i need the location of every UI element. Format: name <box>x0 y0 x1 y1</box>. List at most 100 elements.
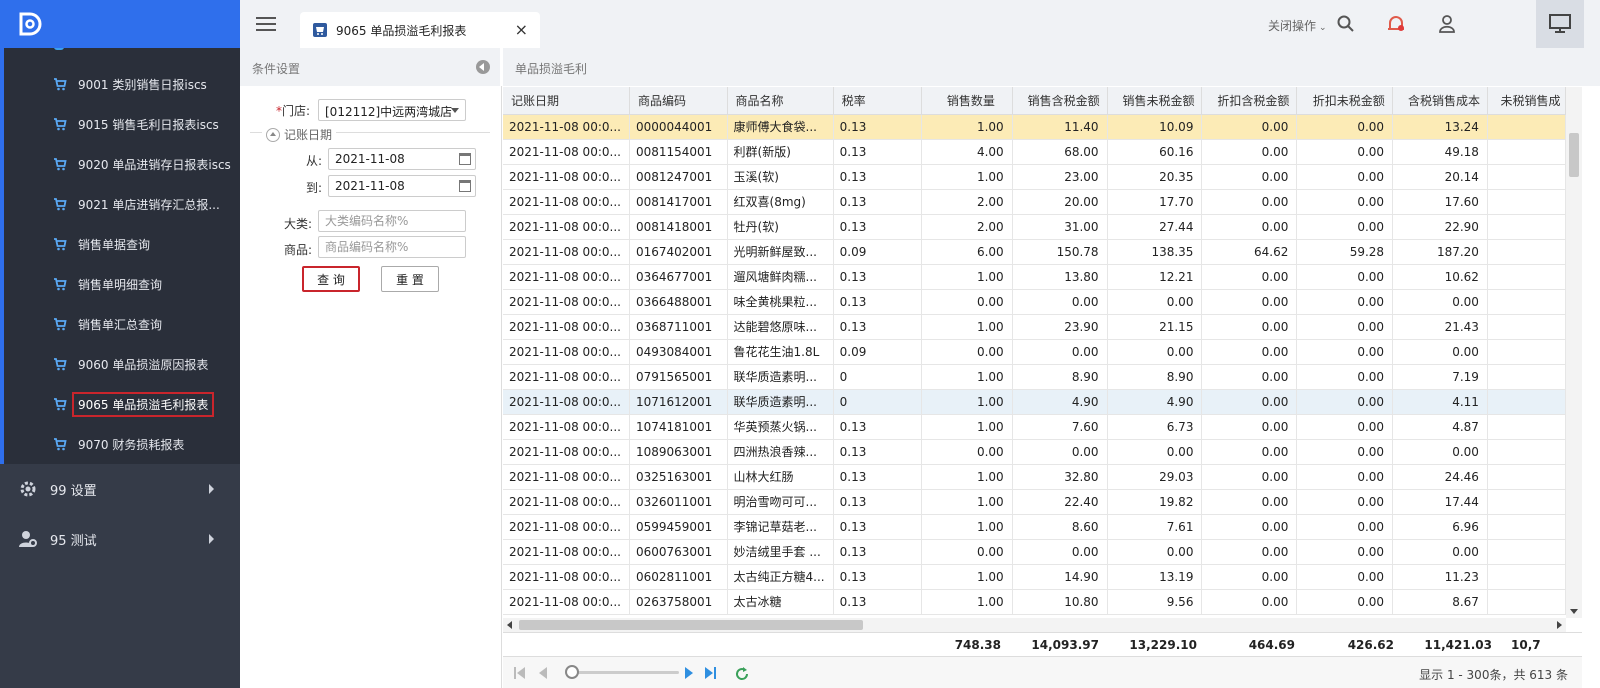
sidebar-item-4[interactable]: 销售单据查询 <box>4 224 240 264</box>
from-date-field[interactable]: 2021-11-08 <box>328 148 476 170</box>
table-cell <box>1487 364 1566 390</box>
page-slider-knob[interactable] <box>565 665 579 679</box>
menu-test[interactable]: 95 测试 <box>0 514 240 564</box>
query-button[interactable]: 查 询 <box>302 266 360 292</box>
table-cell: 0366488001 <box>629 289 728 315</box>
store-select[interactable]: [012112]中远两湾城店 <box>318 99 466 121</box>
sidebar-item-0[interactable]: 9001 类别销售日报iscs <box>4 64 240 104</box>
column-header[interactable]: 销售未税金额 <box>1107 87 1203 115</box>
table-cell: 31.00 <box>1012 214 1108 240</box>
column-header[interactable]: 税率 <box>833 87 923 115</box>
collapse-panel-icon[interactable] <box>476 60 490 74</box>
table-row[interactable]: 2021-11-08 00:0... 0364677001 遛风塘鲜肉糯... 0.1… <box>503 264 1566 290</box>
date-group-toggle[interactable]: 记账日期 <box>262 126 337 143</box>
column-header[interactable]: 折扣含税金额 <box>1201 87 1298 115</box>
calendar-icon[interactable] <box>459 153 471 165</box>
table-cell: 0.13 <box>833 489 923 515</box>
sidebar-item-8[interactable]: 9065 单品损溢毛利报表 <box>4 384 240 424</box>
column-header[interactable]: 记账日期 <box>503 87 630 115</box>
bell-icon[interactable] <box>1386 14 1406 34</box>
table-row[interactable]: 2021-11-08 00:0... 0493084001 鲁花花生油1.8L 0.0… <box>503 339 1566 365</box>
table-cell: 0.00 <box>1296 339 1394 365</box>
from-date-value: 2021-11-08 <box>335 152 405 166</box>
table-cell: 13.24 <box>1392 114 1488 140</box>
column-header[interactable]: 销售含税金额 <box>1012 87 1108 115</box>
scroll-right-arrow-icon[interactable] <box>1557 621 1562 629</box>
table-row[interactable]: 2021-11-08 00:0... 0000044001 康师傅大食袋... 0.1… <box>503 114 1566 140</box>
sidebar-item-7[interactable]: 9060 单品损溢原因报表 <box>4 344 240 384</box>
page-slider-track[interactable] <box>569 671 679 674</box>
table-row[interactable]: 2021-11-08 00:0... 1071612001 联华质造素明... 0 1.… <box>503 389 1566 415</box>
table-row[interactable]: 2021-11-08 00:0... 1074181001 华英预蒸火锅... 0.1… <box>503 414 1566 440</box>
to-date-field[interactable]: 2021-11-08 <box>328 175 476 197</box>
category-input[interactable] <box>318 210 466 232</box>
table-cell: 0.00 <box>921 289 1013 315</box>
column-header[interactable]: 商品编码 <box>629 87 728 115</box>
scroll-down-arrow-icon[interactable] <box>1570 609 1578 614</box>
column-header[interactable]: 未税销售成 <box>1487 87 1566 115</box>
scroll-thumb[interactable] <box>1569 133 1579 177</box>
table-row[interactable]: 2021-11-08 00:0... 0366488001 味全黄桃果粒... 0.1… <box>503 289 1566 315</box>
first-page-icon[interactable] <box>513 667 527 679</box>
user-icon[interactable] <box>1437 14 1457 34</box>
table-row[interactable]: 2021-11-08 00:0... 0791565001 联华质造素明... 0 1.… <box>503 364 1566 390</box>
date-group-label: 记账日期 <box>284 128 333 142</box>
table-row[interactable]: 2021-11-08 00:0... 0326011001 明治雪吻可可... 0.1… <box>503 489 1566 515</box>
sidebar-item-9[interactable]: 9070 财务损耗报表 <box>4 424 240 464</box>
reset-button[interactable]: 重 置 <box>381 266 439 292</box>
submenu-scroll-stub <box>54 48 64 50</box>
column-header[interactable]: 折扣未税金额 <box>1296 87 1394 115</box>
monitor-button[interactable] <box>1536 0 1584 48</box>
tab-9065[interactable]: 9065 单品损溢毛利报表 × <box>300 12 540 48</box>
table-cell: 红双喜(8mg) <box>727 189 834 215</box>
sidebar-item-5[interactable]: 销售单明细查询 <box>4 264 240 304</box>
table-cell: 4.00 <box>921 139 1013 165</box>
report-submenu: 9001 类别销售日报iscs 9015 销售毛利日报表iscs 9020 单品进销… <box>0 48 240 464</box>
column-header[interactable]: 商品名称 <box>727 87 834 115</box>
table-cell: 0.13 <box>833 589 923 615</box>
scroll-left-arrow-icon[interactable] <box>507 621 512 629</box>
close-tab-icon[interactable]: × <box>515 20 528 39</box>
column-header[interactable]: 销售数量 <box>921 87 1013 115</box>
table-row[interactable]: 2021-11-08 00:0... 0081418001 牡丹(软) 0.13 2.0… <box>503 214 1566 240</box>
table-cell: 0.00 <box>1296 539 1394 565</box>
table-row[interactable]: 2021-11-08 00:0... 0602811001 太古纯正方糖4... 0.… <box>503 564 1566 590</box>
close-operations-dropdown[interactable]: 关闭操作 ⌄ <box>1268 17 1327 34</box>
next-page-icon[interactable] <box>683 667 695 679</box>
last-page-icon[interactable] <box>703 667 717 679</box>
total-discount-net-amount: 426.62 <box>1347 638 1394 652</box>
table-row[interactable]: 2021-11-08 00:0... 0081154001 利群(新版) 0.13 4.… <box>503 139 1566 165</box>
hamburger-menu-icon[interactable] <box>256 17 276 31</box>
search-icon[interactable] <box>1336 14 1356 34</box>
table-cell: 0364677001 <box>629 264 728 290</box>
sidebar-item-1[interactable]: 9015 销售毛利日报表iscs <box>4 104 240 144</box>
table-row[interactable]: 2021-11-08 00:0... 0600763001 妙洁绒里手套 ... 0.… <box>503 539 1566 565</box>
table-cell: 0325163001 <box>629 464 728 490</box>
refresh-icon[interactable] <box>735 667 749 681</box>
table-cell: 2021-11-08 00:0... <box>503 264 630 290</box>
table-row[interactable]: 2021-11-08 00:0... 0325163001 山林大红肠 0.13 1.0… <box>503 464 1566 490</box>
table-row[interactable]: 2021-11-08 00:0... 0081247001 玉溪(软) 0.13 1.0… <box>503 164 1566 190</box>
table-cell: 0.00 <box>1012 539 1108 565</box>
table-row[interactable]: 2021-11-08 00:0... 1089063001 四洲热浪香辣... 0.1… <box>503 439 1566 465</box>
sidebar-item-6[interactable]: 销售单汇总查询 <box>4 304 240 344</box>
horizontal-scrollbar[interactable] <box>503 618 1566 632</box>
prev-page-icon[interactable] <box>537 667 549 679</box>
table-cell: 7.19 <box>1392 364 1488 390</box>
table-row[interactable]: 2021-11-08 00:0... 0599459001 李锦记草菇老... 0.1… <box>503 514 1566 540</box>
column-header[interactable]: 含税销售成本 <box>1392 87 1488 115</box>
vertical-scrollbar[interactable] <box>1566 87 1582 618</box>
menu-settings[interactable]: 99 设置 <box>0 464 240 514</box>
sidebar-item-2[interactable]: 9020 单品进销存日报表iscs <box>4 144 240 184</box>
table-row[interactable]: 2021-11-08 00:0... 0081417001 红双喜(8mg) 0.13… <box>503 189 1566 215</box>
scroll-thumb[interactable] <box>519 620 863 630</box>
product-input[interactable] <box>318 236 466 258</box>
logo[interactable] <box>0 0 240 48</box>
table-row[interactable]: 2021-11-08 00:0... 0368711001 达能碧悠原味... 0.1… <box>503 314 1566 340</box>
sidebar-item-3[interactable]: 9021 单店进销存汇总报... <box>4 184 240 224</box>
table-row[interactable]: 2021-11-08 00:0... 0167402001 光明新鲜屋致... 0.0… <box>503 239 1566 265</box>
table-cell: 0.00 <box>1201 264 1298 290</box>
table-cell: 0.13 <box>833 514 923 540</box>
calendar-icon[interactable] <box>459 180 471 192</box>
table-row[interactable]: 2021-11-08 00:0... 0263758001 太古冰糖 0.13 1.00… <box>503 589 1566 615</box>
